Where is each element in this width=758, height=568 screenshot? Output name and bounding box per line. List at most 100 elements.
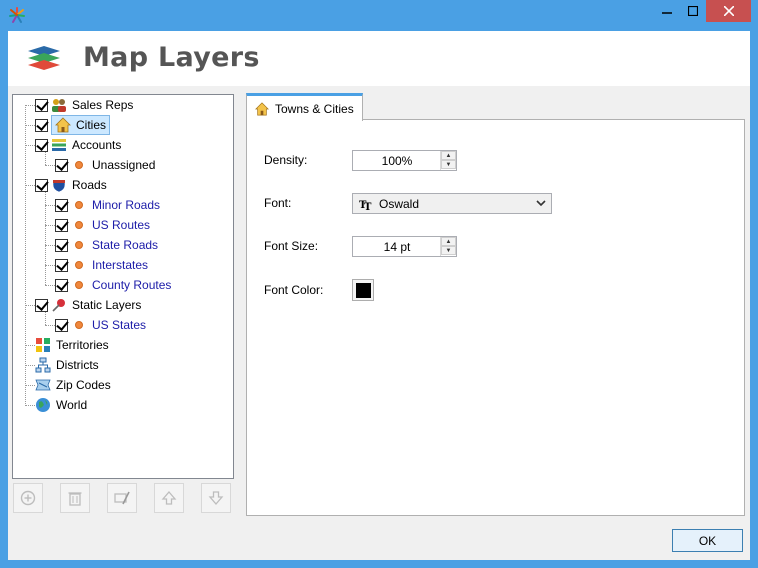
- tree-item-territories[interactable]: Territories: [35, 335, 109, 355]
- tree-item-interstates[interactable]: Interstates: [55, 255, 148, 275]
- add-layer-button[interactable]: [13, 483, 43, 513]
- tree-item-label: Districts: [56, 358, 99, 372]
- delete-layer-button[interactable]: [60, 483, 90, 513]
- selected-item: Cities: [51, 115, 111, 135]
- checkbox[interactable]: [35, 118, 48, 132]
- tree-connector: [25, 185, 35, 186]
- density-value: 100%: [381, 154, 413, 168]
- checkbox[interactable]: [35, 98, 48, 112]
- font-value: Oswald: [379, 196, 420, 211]
- close-icon: [723, 6, 734, 16]
- layer-tree[interactable]: Sales Reps Cities Accounts Unassigned Ro…: [12, 94, 234, 479]
- tree-connector: [25, 105, 35, 106]
- trash-icon: [68, 492, 82, 506]
- tree-item-static-layers[interactable]: Static Layers: [35, 295, 141, 315]
- checkbox[interactable]: [55, 258, 68, 272]
- move-down-button[interactable]: [201, 483, 231, 513]
- checkbox[interactable]: [55, 278, 68, 292]
- font-label: Font:: [264, 196, 292, 210]
- tree-item-minor-roads[interactable]: Minor Roads: [55, 195, 160, 215]
- minimize-icon: [662, 12, 672, 14]
- tree-item-label: Territories: [56, 338, 109, 352]
- tree-connector: [45, 325, 55, 326]
- dot-icon: [71, 237, 87, 253]
- font-color-button[interactable]: [352, 279, 374, 301]
- dot-icon: [71, 197, 87, 213]
- ok-button[interactable]: OK: [672, 529, 743, 552]
- checkbox[interactable]: [55, 158, 68, 172]
- tree-item-label: Accounts: [72, 138, 122, 152]
- tree-item-county-routes[interactable]: County Routes: [55, 275, 171, 295]
- tree-item-districts[interactable]: Districts: [35, 355, 99, 375]
- checkbox[interactable]: [35, 138, 48, 152]
- maximize-icon: [688, 6, 698, 16]
- tree-connector: [45, 285, 55, 286]
- tree-item-label: Interstates: [92, 258, 149, 272]
- checkbox[interactable]: [55, 318, 68, 332]
- move-down-icon: [208, 491, 224, 505]
- dialog-body: Map Layers Sales Reps Cities Accounts Un…: [8, 31, 750, 560]
- maximize-button[interactable]: [680, 0, 706, 22]
- tree-connector: [45, 205, 55, 206]
- dot-icon: [71, 217, 87, 233]
- tree-item-us-states[interactable]: US States: [55, 315, 146, 335]
- dot-icon: [71, 277, 87, 293]
- edit-layer-button[interactable]: [107, 483, 137, 513]
- tree-item-cities[interactable]: Cities: [35, 115, 111, 135]
- increment-button[interactable]: ▲: [441, 237, 456, 246]
- increment-button[interactable]: ▲: [441, 151, 456, 160]
- move-up-icon: [161, 491, 177, 505]
- highway-shield-icon: [51, 177, 67, 193]
- tree-connector: [45, 225, 55, 226]
- color-swatch: [355, 282, 371, 298]
- density-label: Density:: [264, 153, 308, 167]
- checkbox[interactable]: [55, 198, 68, 212]
- close-button[interactable]: [706, 0, 751, 22]
- tree-item-label: US Routes: [92, 218, 151, 232]
- dot-icon: [71, 257, 87, 273]
- font-color-label: Font Color:: [264, 283, 324, 297]
- app-window: Map Layers Sales Reps Cities Accounts Un…: [0, 0, 758, 568]
- tab-towns-cities[interactable]: Towns & Cities: [246, 93, 363, 121]
- title-bar[interactable]: [0, 0, 758, 31]
- checkbox[interactable]: [35, 178, 48, 192]
- tree-connector: [25, 405, 35, 406]
- tree-connector: [25, 345, 35, 346]
- font-size-stepper[interactable]: 14 pt ▲ ▼: [352, 236, 457, 257]
- tree-connector: [25, 365, 35, 366]
- tree-item-label: State Roads: [92, 238, 159, 252]
- dot-icon: [71, 317, 87, 333]
- checkbox[interactable]: [35, 298, 48, 312]
- move-up-button[interactable]: [154, 483, 184, 513]
- tree-item-unassigned[interactable]: Unassigned: [55, 155, 155, 175]
- tree-item-sales-reps[interactable]: Sales Reps: [35, 95, 133, 115]
- tree-item-roads[interactable]: Roads: [35, 175, 107, 195]
- tree-item-label: Minor Roads: [92, 198, 161, 212]
- font-select[interactable]: TT Oswald: [352, 193, 552, 214]
- layers-icon: [28, 46, 60, 70]
- density-stepper[interactable]: 100% ▲ ▼: [352, 150, 457, 171]
- minimize-button[interactable]: [654, 0, 680, 22]
- dialog-header: Map Layers: [8, 31, 750, 86]
- tree-item-accounts[interactable]: Accounts: [35, 135, 121, 155]
- chevron-down-icon: [536, 200, 546, 207]
- house-icon: [254, 101, 270, 117]
- checkbox[interactable]: [55, 238, 68, 252]
- svg-text:T: T: [364, 202, 372, 210]
- tree-item-label: US States: [92, 318, 147, 332]
- tree-connector: [25, 145, 35, 146]
- zip-codes-icon: [35, 377, 51, 393]
- tree-connector: [45, 245, 55, 246]
- decrement-button[interactable]: ▼: [441, 160, 456, 169]
- decrement-button[interactable]: ▼: [441, 246, 456, 255]
- tree-item-label: Static Layers: [72, 298, 142, 312]
- tree-item-us-routes[interactable]: US Routes: [55, 215, 150, 235]
- tree-item-world[interactable]: World: [35, 395, 87, 415]
- tree-item-zip-codes[interactable]: Zip Codes: [35, 375, 111, 395]
- tree-item-state-roads[interactable]: State Roads: [55, 235, 158, 255]
- tree-item-label: Sales Reps: [72, 98, 134, 112]
- edit-icon: [114, 491, 130, 505]
- font-size-label: Font Size:: [264, 239, 319, 253]
- checkbox[interactable]: [55, 218, 68, 232]
- tree-item-label: World: [56, 398, 88, 412]
